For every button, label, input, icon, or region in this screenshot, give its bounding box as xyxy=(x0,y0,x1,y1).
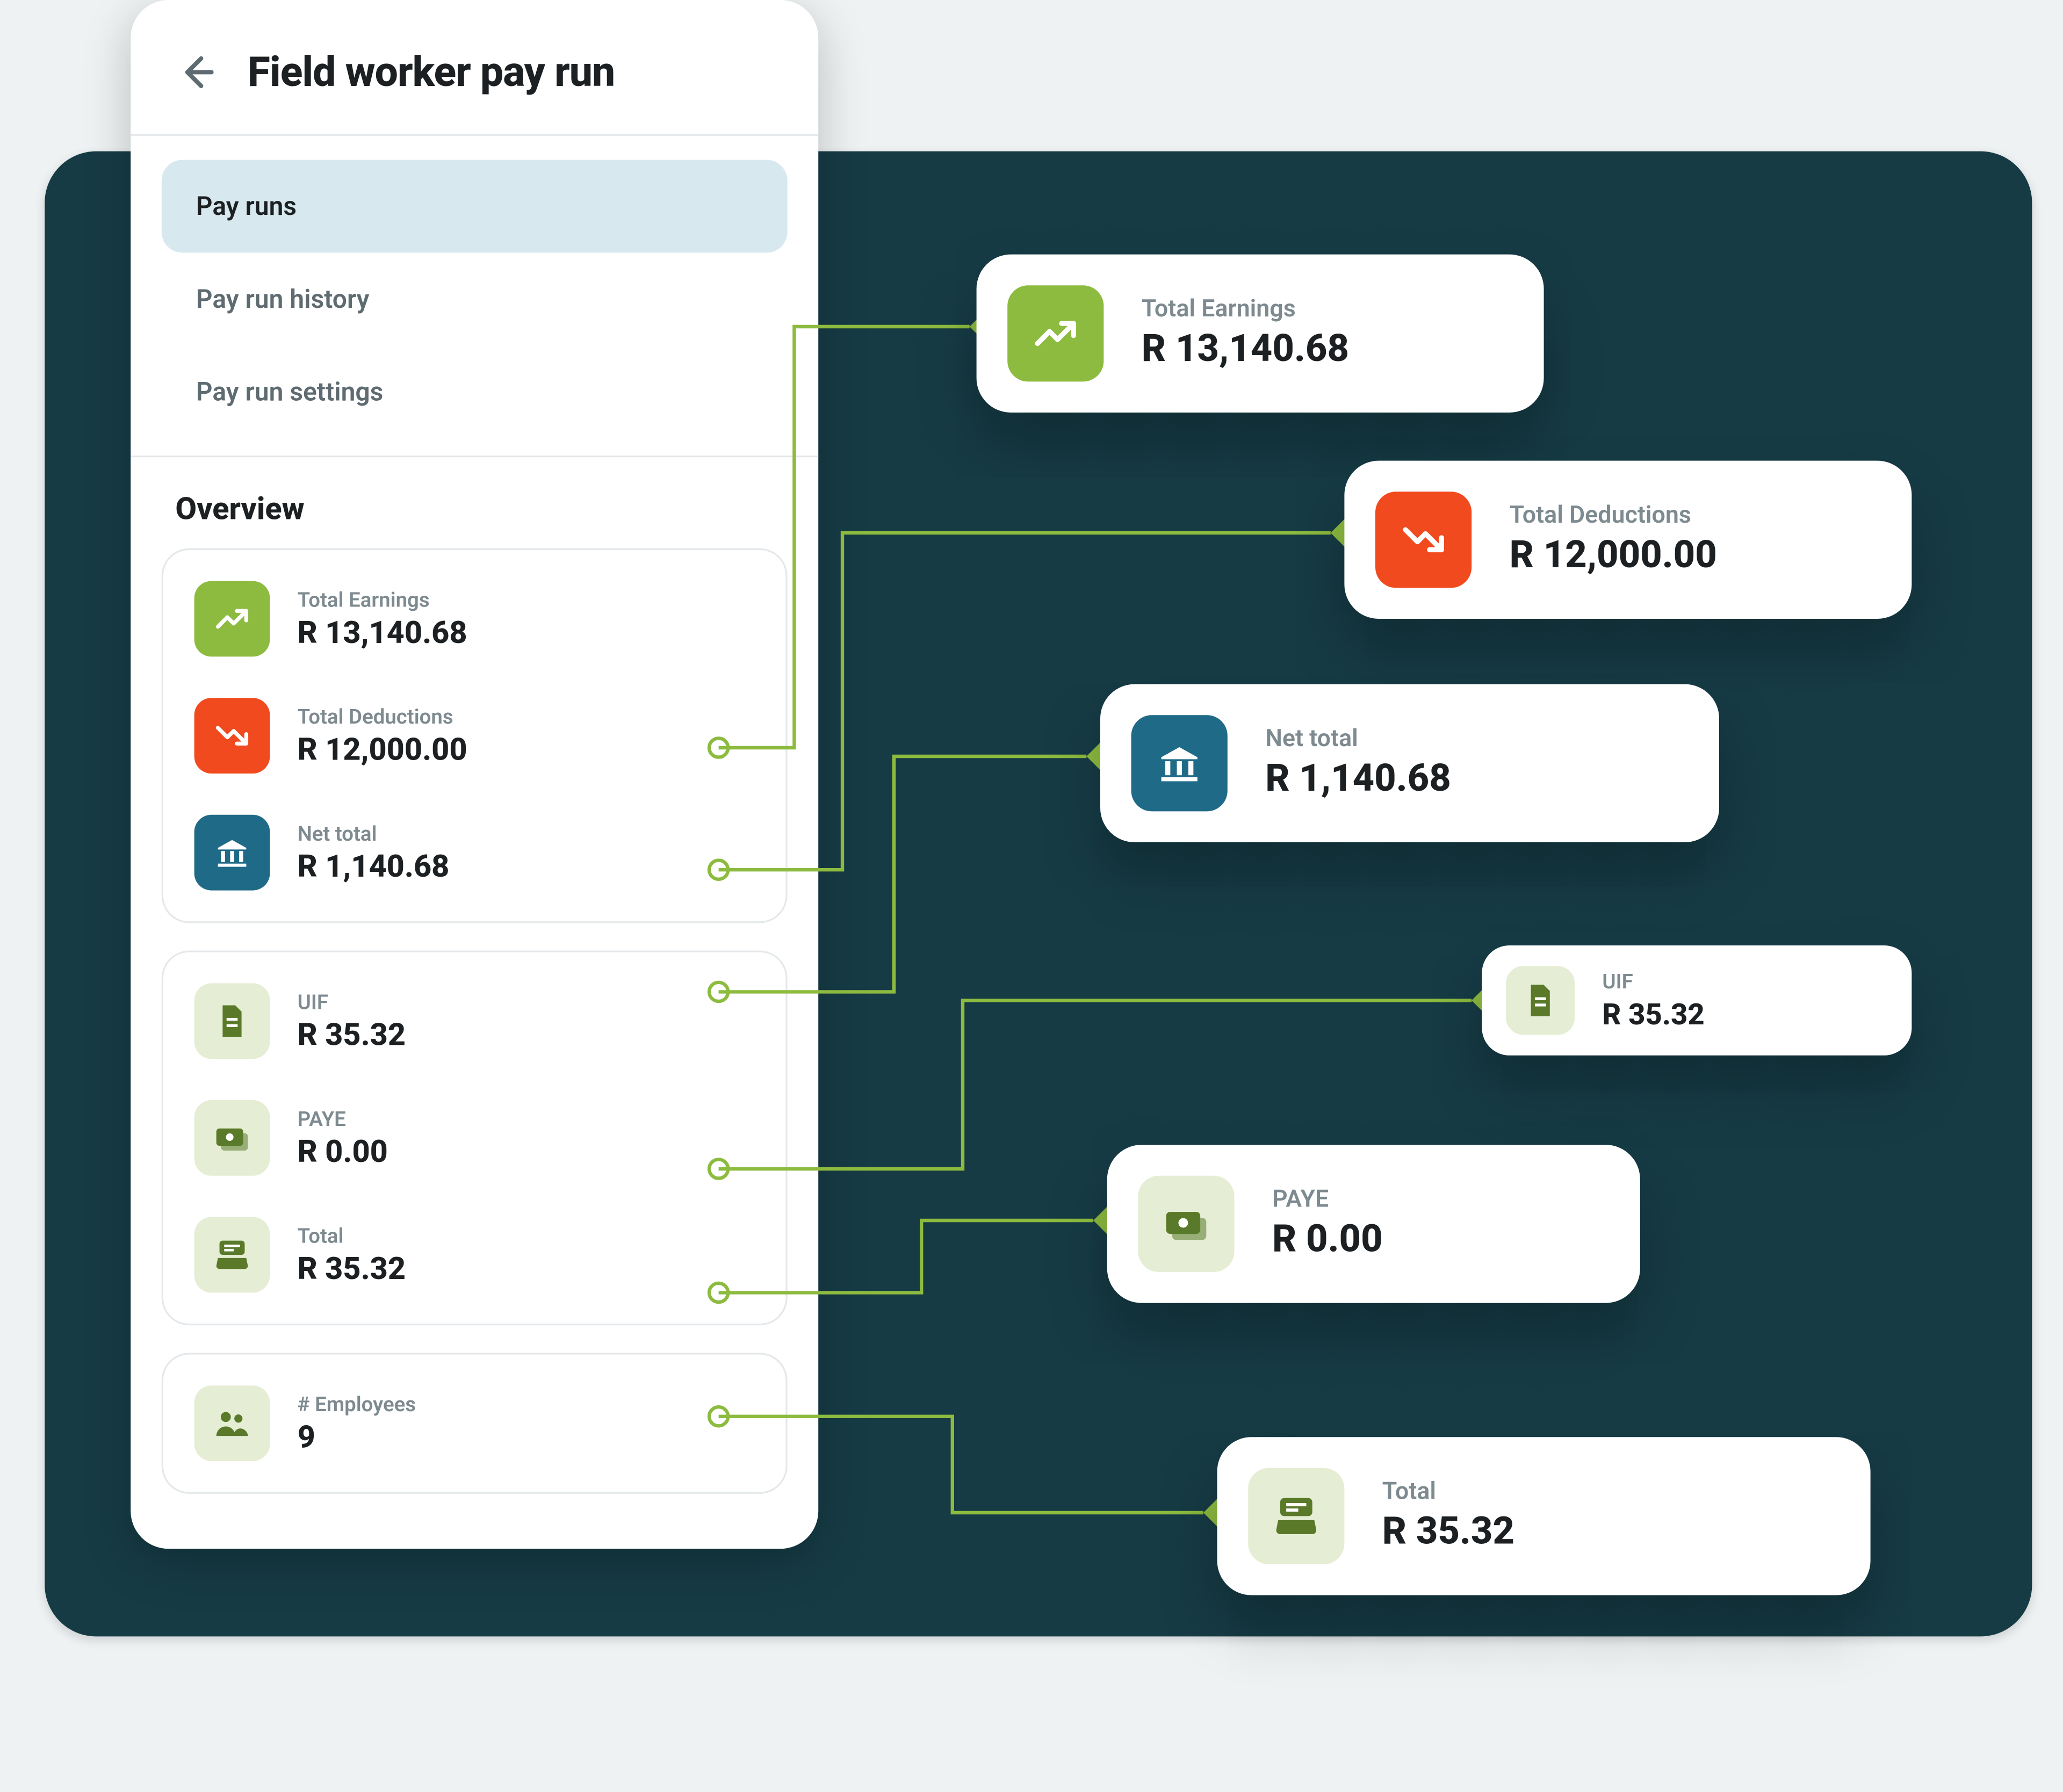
callout-value: R 35.32 xyxy=(1382,1511,1514,1554)
row-total-deductions: Total Deductions R 12,000.00 xyxy=(163,677,785,794)
cash-icon xyxy=(194,1100,270,1176)
callout-label: Total xyxy=(1382,1478,1514,1506)
callout-paye: PAYE R 0.00 xyxy=(1107,1145,1640,1303)
callout-label: UIF xyxy=(1602,969,1704,993)
nav-pay-run-settings[interactable]: Pay run settings xyxy=(162,345,788,438)
document-icon xyxy=(194,983,270,1059)
label-total-deductions: Total Deductions xyxy=(298,704,467,728)
callout-value: R 12,000.00 xyxy=(1510,534,1717,577)
value-total: R 35.32 xyxy=(298,1251,406,1287)
label-paye: PAYE xyxy=(298,1106,388,1130)
callout-total-earnings: Total Earnings R 13,140.68 xyxy=(977,255,1544,413)
nav-pay-runs[interactable]: Pay runs xyxy=(162,160,788,253)
trend-down-icon xyxy=(1375,492,1471,588)
callout-total-deductions: Total Deductions R 12,000.00 xyxy=(1344,461,1911,619)
back-button[interactable] xyxy=(175,52,217,93)
callout-value: R 1,140.68 xyxy=(1265,758,1451,801)
callout-label: Total Deductions xyxy=(1510,502,1717,529)
callout-value: R 35.32 xyxy=(1602,998,1704,1032)
callout-uif: UIF R 35.32 xyxy=(1482,945,1911,1056)
row-employees: # Employees 9 xyxy=(163,1365,785,1482)
overview-card-totals: Total Earnings R 13,140.68 Total Deducti… xyxy=(162,548,788,923)
row-total-earnings: Total Earnings R 13,140.68 xyxy=(163,560,785,677)
value-uif: R 35.32 xyxy=(298,1017,406,1053)
overview-heading: Overview xyxy=(131,457,818,548)
callout-total: Total R 35.32 xyxy=(1217,1437,1871,1595)
callout-net-total: Net total R 1,140.68 xyxy=(1100,684,1719,842)
value-employees: 9 xyxy=(298,1419,416,1455)
bank-icon xyxy=(194,815,270,891)
row-total: Total R 35.32 xyxy=(163,1196,785,1313)
register-icon xyxy=(1248,1468,1344,1564)
cash-icon xyxy=(1138,1176,1234,1272)
value-total-deductions: R 12,000.00 xyxy=(298,732,467,768)
value-paye: R 0.00 xyxy=(298,1133,388,1169)
callout-value: R 0.00 xyxy=(1272,1219,1383,1262)
document-icon xyxy=(1506,966,1575,1035)
trend-up-icon xyxy=(194,581,270,657)
value-net-total: R 1,140.68 xyxy=(298,848,450,884)
trend-down-icon xyxy=(194,698,270,774)
overview-card-employees: # Employees 9 xyxy=(162,1353,788,1493)
overview-card-tax: UIF R 35.32 PAYE R 0.00 Total R 35.32 xyxy=(162,951,788,1326)
trend-up-icon xyxy=(1007,285,1103,381)
callout-label: Net total xyxy=(1265,725,1451,753)
row-net-total: Net total R 1,140.68 xyxy=(163,794,785,911)
sidebar-panel: Field worker pay run Pay runs Pay run hi… xyxy=(131,0,818,1549)
callout-label: Total Earnings xyxy=(1142,295,1349,323)
callout-label: PAYE xyxy=(1272,1186,1383,1213)
bank-icon xyxy=(1131,715,1228,811)
arrow-left-icon xyxy=(175,52,217,93)
label-employees: # Employees xyxy=(298,1391,416,1415)
sidebar-nav: Pay runs Pay run history Pay run setting… xyxy=(131,136,818,456)
row-uif: UIF R 35.32 xyxy=(163,963,785,1080)
nav-pay-run-history[interactable]: Pay run history xyxy=(162,252,788,345)
register-icon xyxy=(194,1217,270,1293)
label-total: Total xyxy=(298,1223,406,1247)
callout-value: R 13,140.68 xyxy=(1142,328,1349,371)
people-icon xyxy=(194,1385,270,1461)
page-title: Field worker pay run xyxy=(248,48,615,97)
label-total-earnings: Total Earnings xyxy=(298,587,467,611)
label-uif: UIF xyxy=(298,989,406,1014)
row-paye: PAYE R 0.00 xyxy=(163,1080,785,1197)
value-total-earnings: R 13,140.68 xyxy=(298,615,467,651)
label-net-total: Net total xyxy=(298,821,450,845)
